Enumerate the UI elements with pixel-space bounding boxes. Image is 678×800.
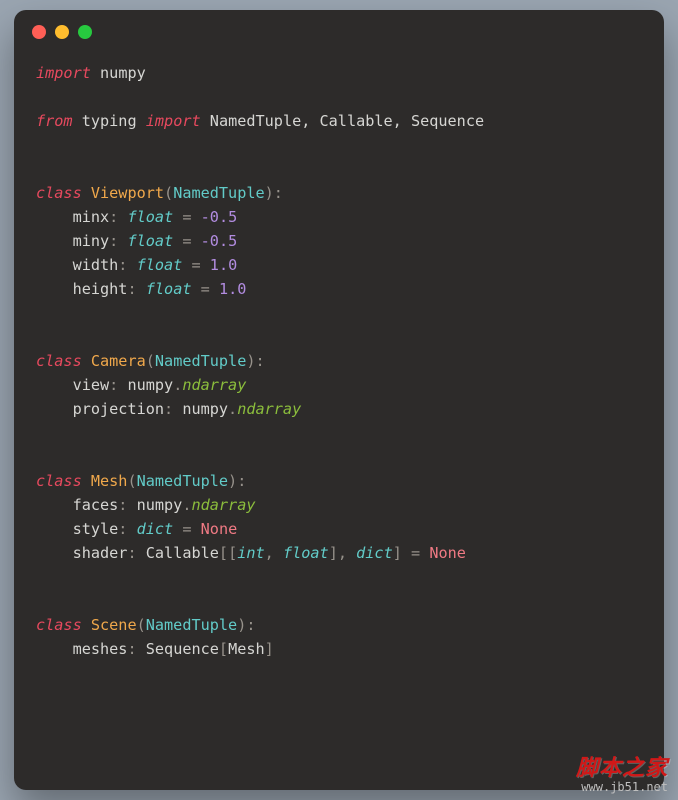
module: numpy <box>127 376 173 394</box>
attr: width <box>73 256 119 274</box>
none: None <box>201 520 238 538</box>
attr: meshes <box>73 640 128 658</box>
keyword: class <box>36 616 82 634</box>
class-name: Viewport <box>91 184 164 202</box>
maximize-icon[interactable] <box>78 25 92 39</box>
type: dict <box>137 520 174 538</box>
code-window: import numpy from typing import NamedTup… <box>14 10 664 790</box>
attr: faces <box>73 496 119 514</box>
class-name: Mesh <box>91 472 128 490</box>
type: ndarray <box>237 400 301 418</box>
attr: projection <box>73 400 164 418</box>
type: int <box>237 544 264 562</box>
number: 1.0 <box>219 280 246 298</box>
module: numpy <box>137 496 183 514</box>
module: numpy <box>100 64 146 82</box>
type: float <box>137 256 183 274</box>
base-class: NamedTuple <box>173 184 264 202</box>
code-block: import numpy from typing import NamedTup… <box>14 45 664 677</box>
module: typing <box>82 112 137 130</box>
type: float <box>127 232 173 250</box>
keyword: class <box>36 472 82 490</box>
window-titlebar <box>14 10 664 45</box>
keyword: import <box>36 64 91 82</box>
keyword: class <box>36 184 82 202</box>
module: numpy <box>182 400 228 418</box>
attr: minx <box>73 208 110 226</box>
base-class: NamedTuple <box>146 616 237 634</box>
base-class: NamedTuple <box>155 352 246 370</box>
number: 1.0 <box>210 256 237 274</box>
attr: height <box>73 280 128 298</box>
none: None <box>429 544 466 562</box>
type: float <box>146 280 192 298</box>
type: ndarray <box>191 496 255 514</box>
attr: miny <box>73 232 110 250</box>
type: float <box>127 208 173 226</box>
close-icon[interactable] <box>32 25 46 39</box>
keyword: from <box>36 112 73 130</box>
keyword: class <box>36 352 82 370</box>
base-class: NamedTuple <box>137 472 228 490</box>
import-names: NamedTuple, Callable, Sequence <box>210 112 484 130</box>
class-name: Scene <box>91 616 137 634</box>
type-param: Mesh <box>228 640 265 658</box>
type: ndarray <box>182 376 246 394</box>
type: Callable <box>146 544 219 562</box>
attr: shader <box>73 544 128 562</box>
attr: view <box>73 376 110 394</box>
type: float <box>283 544 329 562</box>
attr: style <box>73 520 119 538</box>
minimize-icon[interactable] <box>55 25 69 39</box>
class-name: Camera <box>91 352 146 370</box>
type: Sequence <box>146 640 219 658</box>
number: -0.5 <box>201 232 238 250</box>
number: -0.5 <box>201 208 238 226</box>
keyword: import <box>146 112 201 130</box>
type: dict <box>356 544 393 562</box>
